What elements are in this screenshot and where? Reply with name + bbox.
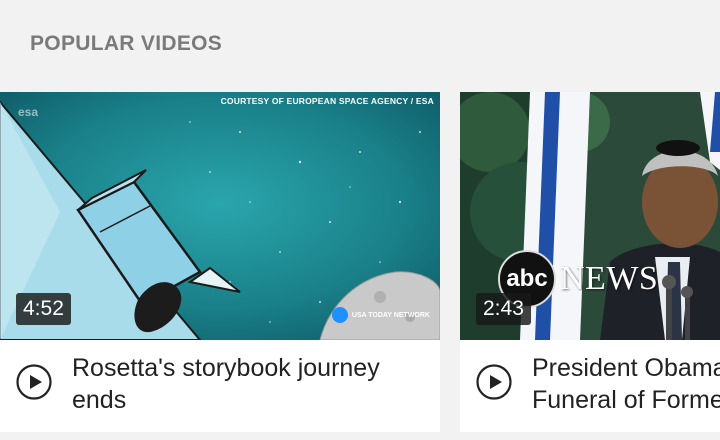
video-title-line: Funeral of Forme [532,386,720,414]
video-title[interactable]: President Obama Funeral of Forme [532,352,720,416]
play-circle-icon[interactable] [16,364,52,400]
video-title[interactable]: Rosetta's storybook journey ends [72,352,422,416]
video-duration: 2:43 [476,293,531,325]
thumbnail-credit: COURTESY OF EUROPEAN SPACE AGENCY / ESA [220,96,434,106]
video-carousel[interactable]: esa COURTESY OF EUROPEAN SPACE AGENCY / … [0,92,720,432]
abc-logo-word: NEWS [560,260,659,297]
video-title-line: President Obama [532,354,720,382]
usa-today-text: USA TODAY NETWORK [351,311,430,319]
usa-today-logo: USA TODAY NETWORK [331,307,430,323]
section-title: POPULAR VIDEOS [30,32,223,55]
play-circle-icon[interactable] [476,364,512,400]
usa-today-dot-icon [331,307,348,323]
video-duration: 4:52 [16,293,71,325]
video-card[interactable]: abc NEWS 2:43 President Obama Funeral of… [460,92,720,432]
video-card[interactable]: esa COURTESY OF EUROPEAN SPACE AGENCY / … [0,92,440,432]
esa-logo: esa [18,105,39,119]
